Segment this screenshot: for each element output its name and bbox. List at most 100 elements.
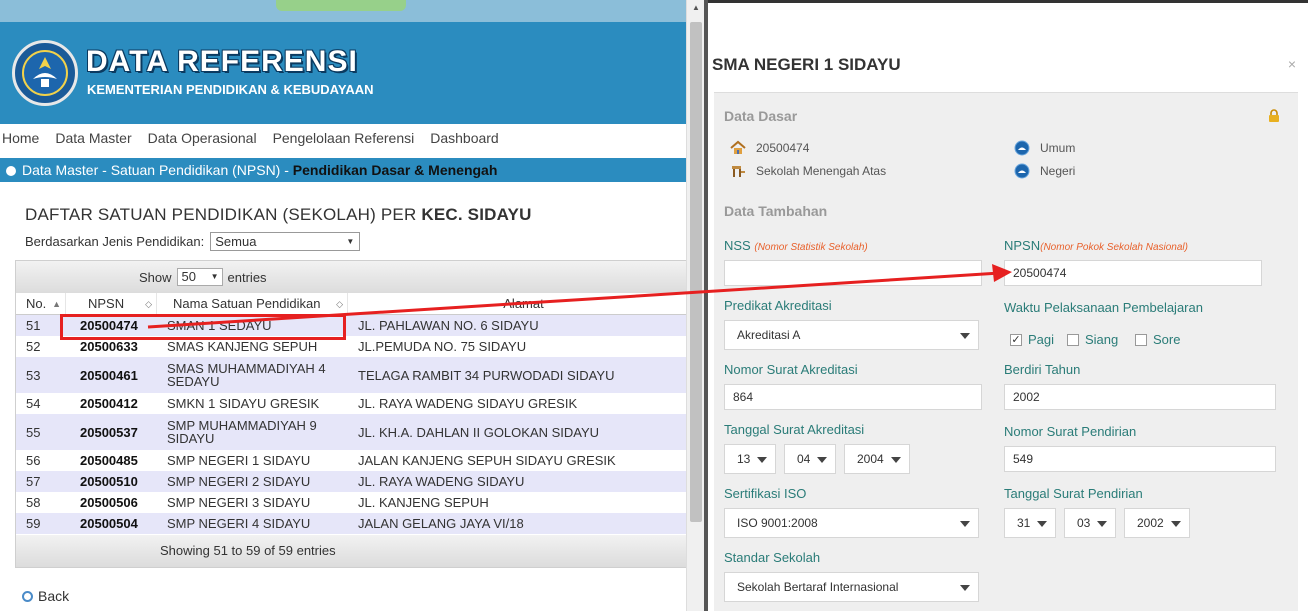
table-body: 51 20500474 SMAN 1 SEDAYU JL. PAHLAWAN N… [16, 315, 689, 534]
info-status: Negeri [1014, 163, 1075, 179]
no-surat-akreditasi-label: Nomor Surat Akreditasi [724, 362, 858, 377]
breadcrumb-path[interactable]: Data Master - Satuan Pendidikan (NPSN) - [22, 162, 293, 178]
tut-wuri-logo [12, 40, 78, 106]
menu-data-master[interactable]: Data Master [55, 130, 131, 152]
page-scrollbar[interactable]: ▲ [686, 0, 704, 611]
table-row[interactable]: 55 20500537 SMP MUHAMMADIYAH 9 SIDAYU JL… [16, 414, 689, 450]
cell-npsn[interactable]: 20500485 [66, 453, 157, 468]
berdiri-tahun-label: Berdiri Tahun [1004, 362, 1081, 377]
jenis-filter: Berdasarkan Jenis Pendidikan: Semua [25, 232, 361, 251]
cell-npsn[interactable]: 20500633 [66, 339, 157, 354]
iso-select[interactable]: ISO 9001:2008 [724, 508, 979, 538]
cell-nama: SMAS MUHAMMADIYAH 4 SEDAYU [167, 361, 326, 389]
show-label: Show [139, 269, 172, 285]
npsn-hint: (Nomor Pokok Sekolah Nasional) [1040, 242, 1188, 253]
cell-no: 59 [26, 516, 41, 531]
cell-no: 55 [26, 424, 41, 440]
no-surat-pendirian-field[interactable]: 549 [1004, 446, 1276, 472]
cell-alamat: JL. KH.A. DAHLAN II GOLOKAN SIDAYU [358, 424, 600, 440]
col-header-npsn[interactable]: NPSN ◇ [66, 293, 157, 314]
cell-alamat: JALAN KANJENG SEPUH SIDAYU GRESIK [358, 453, 616, 468]
cell-alamat: JL. RAYA WADENG SIDAYU GRESIK [358, 396, 578, 411]
tut-wuri-icon [1014, 140, 1030, 156]
menu-home[interactable]: Home [2, 130, 39, 152]
checkbox-siang[interactable]: Siang [1067, 332, 1118, 347]
cell-alamat: JALAN GELANG JAYA VI/18 [358, 516, 524, 531]
section-data-dasar: Data Dasar [724, 108, 798, 124]
tgl-akreditasi-year[interactable]: 2004 [844, 444, 910, 474]
berdiri-tahun-field[interactable]: 2002 [1004, 384, 1276, 410]
no-surat-pendirian-label: Nomor Surat Pendirian [1004, 424, 1137, 439]
sort-icon: ◇ [145, 299, 152, 309]
cell-no: 58 [26, 495, 41, 510]
no-surat-akreditasi-field[interactable]: 864 [724, 384, 982, 410]
standar-sekolah-select[interactable]: Sekolah Bertaraf Internasional [724, 572, 979, 602]
nss-label: NSS (Nomor Statistik Sekolah) [724, 238, 868, 253]
cell-npsn[interactable]: 20500504 [66, 516, 157, 531]
page-length-select[interactable]: 50 [176, 268, 223, 286]
scroll-thumb[interactable] [690, 22, 702, 522]
close-icon[interactable]: × [1288, 56, 1296, 72]
cell-nama: SMP NEGERI 3 SIDAYU [167, 495, 311, 510]
filter-label: Berdasarkan Jenis Pendidikan: [25, 234, 205, 249]
cell-alamat: JL. KANJENG SEPUH [358, 495, 489, 510]
cell-npsn[interactable]: 20500412 [66, 396, 157, 411]
nss-field[interactable] [724, 260, 982, 286]
cell-npsn[interactable]: 20500510 [66, 474, 157, 489]
page-title: DAFTAR SATUAN PENDIDIKAN (SEKOLAH) PER K… [25, 205, 532, 225]
checkbox-siang-box[interactable] [1067, 333, 1079, 346]
main-page: DATA REFERENSI KEMENTERIAN PENDIDIKAN & … [0, 0, 706, 611]
menu-data-operasional[interactable]: Data Operasional [148, 130, 257, 152]
col-header-alamat[interactable]: Alamat [348, 293, 689, 314]
table-row[interactable]: 57 20500510 SMP NEGERI 2 SIDAYU JL. RAYA… [16, 471, 689, 492]
nss-hint: (Nomor Statistik Sekolah) [754, 242, 868, 253]
table-row[interactable]: 59 20500504 SMP NEGERI 4 SIDAYU JALAN GE… [16, 513, 689, 534]
section-data-tambahan: Data Tambahan [724, 203, 828, 219]
checkbox-pagi[interactable]: ✓ Pagi [1010, 332, 1054, 347]
modal-top-border [708, 0, 1308, 10]
menu-dashboard[interactable]: Dashboard [430, 130, 499, 152]
col-header-nama[interactable]: Nama Satuan Pendidikan ◇ [157, 293, 348, 314]
scroll-up-icon[interactable]: ▲ [687, 0, 705, 16]
cell-nama: SMP NEGERI 4 SIDAYU [167, 516, 311, 531]
cell-alamat: JL. PAHLAWAN NO. 6 SIDAYU [358, 318, 539, 333]
modal-title: SMA NEGERI 1 SIDAYU [712, 55, 901, 74]
back-icon [22, 590, 33, 602]
table-row[interactable]: 54 20500412 SMKN 1 SIDAYU GRESIK JL. RAY… [16, 393, 689, 414]
cell-npsn[interactable]: 20500537 [66, 425, 157, 440]
table-header: No. ▲ NPSN ◇ Nama Satuan Pendidikan ◇ Alama… [16, 293, 689, 315]
breadcrumb: Data Master - Satuan Pendidikan (NPSN) -… [0, 158, 686, 182]
col-header-no[interactable]: No. ▲ [16, 293, 66, 314]
menu-pengelolaan-referensi[interactable]: Pengelolaan Referensi [273, 130, 415, 152]
cell-npsn[interactable]: 20500461 [66, 368, 157, 383]
table-toolbar: Show 50 entries [16, 261, 689, 293]
breadcrumb-current: Pendidikan Dasar & Menengah [292, 162, 498, 178]
standar-sekolah-label: Standar Sekolah [724, 550, 821, 565]
checkbox-sore[interactable]: Sore [1135, 332, 1180, 347]
site-header: DATA REFERENSI KEMENTERIAN PENDIDIKAN & … [0, 0, 686, 124]
tgl-pendirian-year[interactable]: 2002 [1124, 508, 1190, 538]
checkbox-sore-box[interactable] [1135, 333, 1147, 346]
tgl-pendirian-month[interactable]: 03 [1064, 508, 1116, 538]
jenis-pendidikan-select[interactable]: Semua [210, 232, 361, 251]
npsn-field[interactable]: 20500474 [1004, 260, 1262, 286]
akreditasi-select[interactable]: Akreditasi A [724, 320, 979, 350]
cell-npsn[interactable]: 20500506 [66, 495, 157, 510]
page-title-kecamatan: KEC. SIDAYU [421, 205, 532, 224]
school-house-icon [730, 140, 746, 154]
school-desk-icon [732, 166, 745, 177]
table-row[interactable]: 56 20500485 SMP NEGERI 1 SIDAYU JALAN KA… [16, 450, 689, 471]
checkbox-pagi-box[interactable]: ✓ [1010, 333, 1022, 346]
tgl-akreditasi-month[interactable]: 04 [784, 444, 836, 474]
tgl-pendirian-day[interactable]: 31 [1004, 508, 1056, 538]
table-info: Showing 51 to 59 of 59 entries [16, 535, 689, 567]
top-tab[interactable] [276, 0, 406, 11]
main-menu: Home Data Master Data Operasional Pengel… [0, 130, 513, 152]
info-npsn: 20500474 [730, 140, 809, 156]
info-jenis: Umum [1014, 140, 1075, 156]
back-link[interactable]: Back [22, 588, 69, 604]
tgl-akreditasi-day[interactable]: 13 [724, 444, 776, 474]
tut-wuri-icon [1014, 163, 1030, 179]
table-row[interactable]: 58 20500506 SMP NEGERI 3 SIDAYU JL. KANJ… [16, 492, 689, 513]
table-row[interactable]: 53 20500461 SMAS MUHAMMADIYAH 4 SEDAYU T… [16, 357, 689, 393]
